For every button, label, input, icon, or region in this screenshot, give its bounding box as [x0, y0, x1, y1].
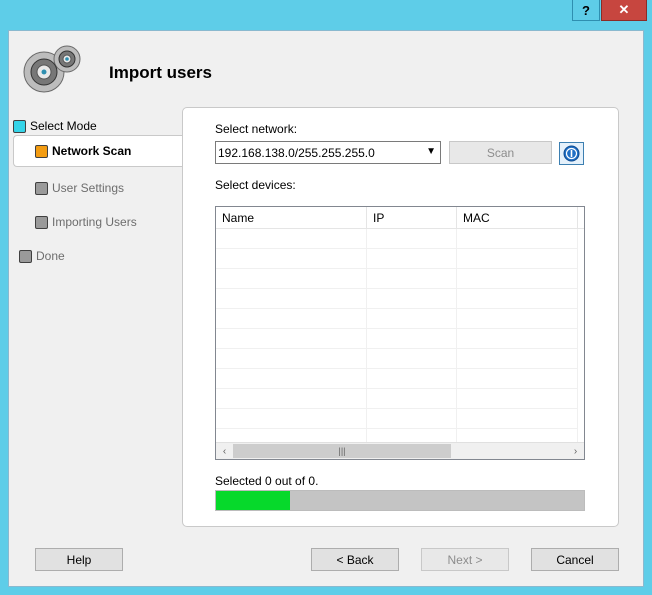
step-network-scan: Network Scan	[13, 135, 184, 167]
import-users-window: ? ✕ Import users Select Mode Network Sca…	[0, 0, 652, 595]
table-header: Name IP MAC	[216, 207, 584, 229]
table-row	[216, 329, 578, 349]
step-indicator-icon	[35, 215, 48, 229]
step-select-mode: Select Mode	[13, 115, 97, 137]
cancel-button[interactable]: Cancel	[531, 548, 619, 571]
network-select-value: 192.168.138.0/255.255.255.0	[218, 145, 375, 160]
horizontal-scrollbar[interactable]: ‹ ||| ›	[216, 442, 584, 459]
info-button[interactable]	[559, 142, 584, 165]
select-devices-label: Select devices:	[215, 178, 296, 192]
chevron-down-icon: ▼	[426, 146, 436, 157]
step-label: User Settings	[52, 181, 125, 195]
scrollbar-thumb[interactable]: |||	[233, 444, 451, 458]
scroll-left-icon[interactable]: ‹	[216, 443, 233, 459]
step-indicator-icon	[19, 249, 32, 263]
dialog-header: Import users	[9, 31, 643, 97]
help-button[interactable]: Help	[35, 548, 123, 571]
step-importing-users: Importing Users	[35, 211, 137, 233]
gears-icon	[23, 45, 81, 93]
select-network-label: Select network:	[215, 122, 298, 136]
next-button[interactable]: Next >	[421, 548, 509, 571]
scroll-right-icon[interactable]: ›	[567, 443, 584, 459]
scan-button[interactable]: Scan	[449, 141, 552, 164]
table-body	[216, 229, 578, 449]
devices-table[interactable]: Name IP MAC ‹ ||| ›	[215, 206, 585, 460]
table-row	[216, 389, 578, 409]
step-indicator-icon	[35, 181, 48, 195]
scan-progress-bar	[215, 490, 585, 511]
table-row	[216, 409, 578, 429]
step-label: Importing Users	[52, 215, 137, 229]
step-indicator-icon	[35, 144, 48, 158]
step-indicator-icon	[13, 119, 26, 133]
dialog-client-area: Import users Select Mode Network Scan Us…	[8, 30, 644, 587]
step-label: Network Scan	[52, 144, 132, 158]
titlebar-help-button[interactable]: ?	[572, 0, 600, 21]
table-row	[216, 269, 578, 289]
back-button[interactable]: < Back	[311, 548, 399, 571]
table-row	[216, 289, 578, 309]
column-header-mac[interactable]: MAC	[457, 207, 578, 229]
network-select[interactable]: 192.168.138.0/255.255.255.0 ▼	[215, 141, 441, 164]
column-header-ip[interactable]: IP	[367, 207, 457, 229]
selection-status: Selected 0 out of 0.	[215, 474, 319, 488]
table-row	[216, 249, 578, 269]
progress-fill	[216, 491, 290, 510]
network-scan-panel: Select network: 192.168.138.0/255.255.25…	[182, 107, 619, 527]
step-user-settings: User Settings	[35, 177, 124, 199]
info-icon	[563, 145, 580, 162]
table-row	[216, 309, 578, 329]
table-row	[216, 229, 578, 249]
table-row	[216, 349, 578, 369]
step-label: Done	[36, 249, 65, 263]
step-done: Done	[19, 245, 65, 267]
step-label: Select Mode	[30, 119, 97, 133]
table-row	[216, 369, 578, 389]
column-header-name[interactable]: Name	[216, 207, 367, 229]
page-title: Import users	[109, 63, 212, 82]
titlebar-close-button[interactable]: ✕	[601, 0, 647, 21]
